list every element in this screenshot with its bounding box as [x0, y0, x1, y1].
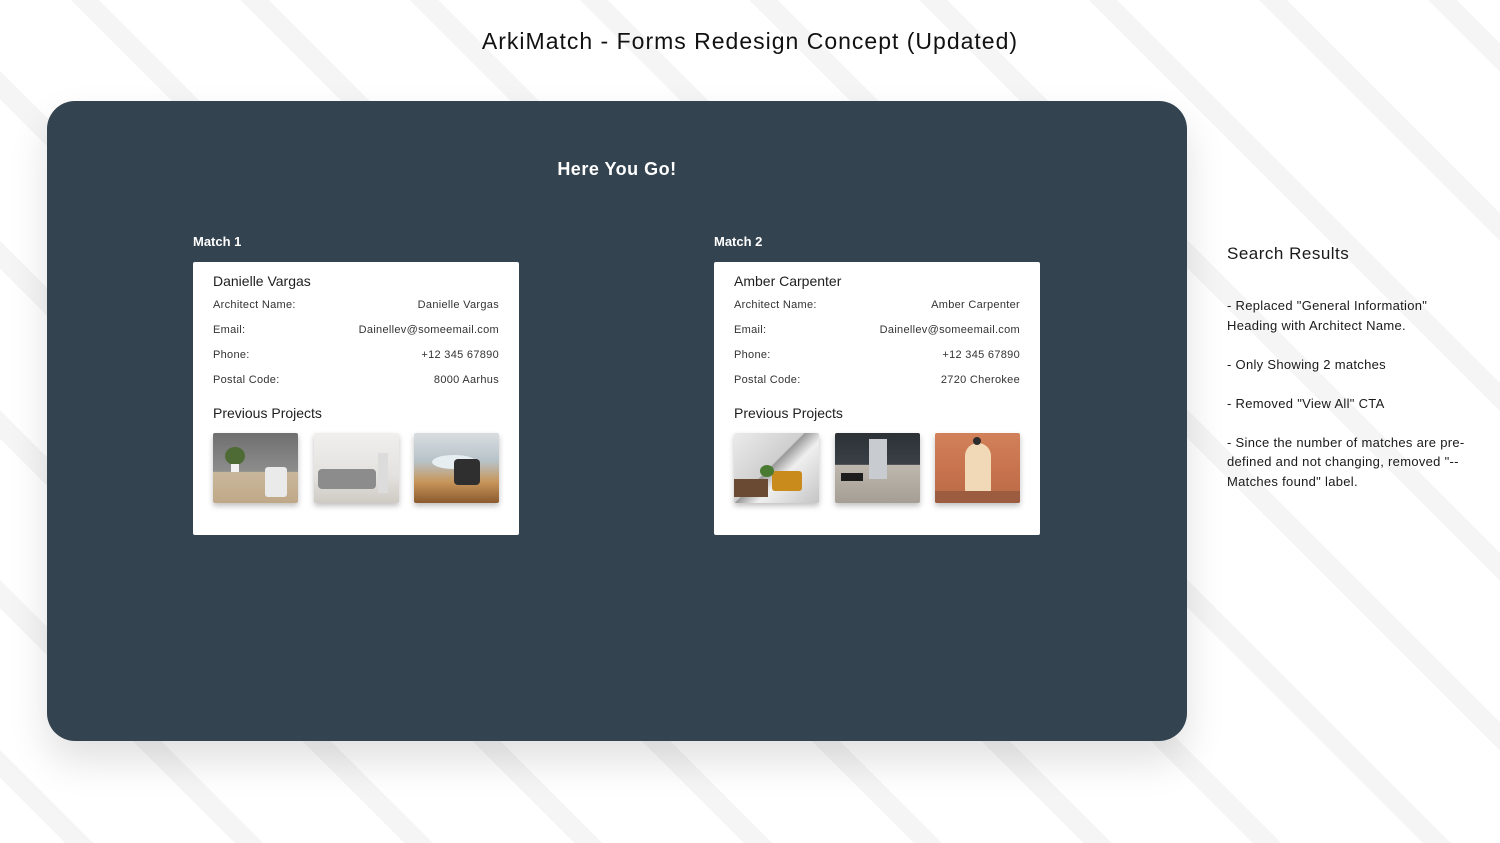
- match-card[interactable]: Amber Carpenter Architect Name: Amber Ca…: [714, 262, 1040, 535]
- previous-projects-heading: Previous Projects: [213, 405, 322, 421]
- project-thumbnails: [213, 433, 499, 503]
- field-value: +12 345 67890: [421, 349, 499, 361]
- field-value: Dainellev@someemail.com: [879, 324, 1020, 336]
- field-value: Dainellev@someemail.com: [358, 324, 499, 336]
- field-row: Email: Dainellev@someemail.com: [734, 323, 1020, 348]
- field-value: Amber Carpenter: [931, 299, 1020, 311]
- architect-name-heading: Amber Carpenter: [734, 273, 842, 289]
- page-title: ArkiMatch - Forms Redesign Concept (Upda…: [481, 28, 1019, 54]
- field-label: Postal Code:: [734, 374, 801, 386]
- note-item: - Removed "View All" CTA: [1227, 395, 1385, 411]
- field-label: Phone:: [734, 349, 771, 361]
- match-card[interactable]: Danielle Vargas Architect Name: Danielle…: [193, 262, 519, 535]
- field-row: Postal Code: 8000 Aarhus: [213, 373, 499, 398]
- notes-title: Search Results: [1227, 244, 1350, 263]
- field-value: +12 345 67890: [942, 349, 1020, 361]
- field-label: Architect Name:: [734, 299, 817, 311]
- previous-projects-heading: Previous Projects: [734, 405, 843, 421]
- panel-heading: Here You Go!: [557, 159, 677, 179]
- project-thumbnail[interactable]: [734, 433, 819, 503]
- field-label: Architect Name:: [213, 299, 296, 311]
- note-item: - Replaced "General Information" Heading…: [1227, 298, 1428, 333]
- field-row: Phone: +12 345 67890: [734, 348, 1020, 373]
- field-label: Email:: [734, 324, 767, 336]
- field-row: Email: Dainellev@someemail.com: [213, 323, 499, 348]
- field-row: Architect Name: Amber Carpenter: [734, 298, 1020, 323]
- project-thumbnail[interactable]: [414, 433, 499, 503]
- field-label: Postal Code:: [213, 374, 280, 386]
- project-thumbnail[interactable]: [313, 433, 399, 503]
- match-label: Match 2: [714, 234, 763, 249]
- field-row: Phone: +12 345 67890: [213, 348, 499, 373]
- field-value: 8000 Aarhus: [433, 374, 499, 386]
- match-label: Match 1: [193, 234, 242, 249]
- field-label: Phone:: [213, 349, 250, 361]
- note-item: - Since the number of matches are pre-de…: [1227, 434, 1465, 489]
- project-thumbnail[interactable]: [935, 433, 1020, 503]
- architect-name-heading: Danielle Vargas: [213, 273, 311, 289]
- project-thumbnail[interactable]: [213, 433, 298, 503]
- project-thumbnails: [734, 433, 1020, 503]
- search-results-notes: Search Results - Replaced "General Infor…: [1227, 244, 1467, 511]
- results-panel: Here You Go! Match 1 Danielle Vargas Arc…: [47, 101, 1187, 741]
- field-row: Postal Code: 2720 Cherokee: [734, 373, 1020, 398]
- note-item: - Only Showing 2 matches: [1227, 356, 1386, 372]
- field-label: Email:: [213, 324, 246, 336]
- project-thumbnail[interactable]: [834, 433, 920, 503]
- field-value: 2720 Cherokee: [940, 374, 1020, 386]
- field-row: Architect Name: Danielle Vargas: [213, 298, 499, 323]
- field-value: Danielle Vargas: [417, 299, 499, 311]
